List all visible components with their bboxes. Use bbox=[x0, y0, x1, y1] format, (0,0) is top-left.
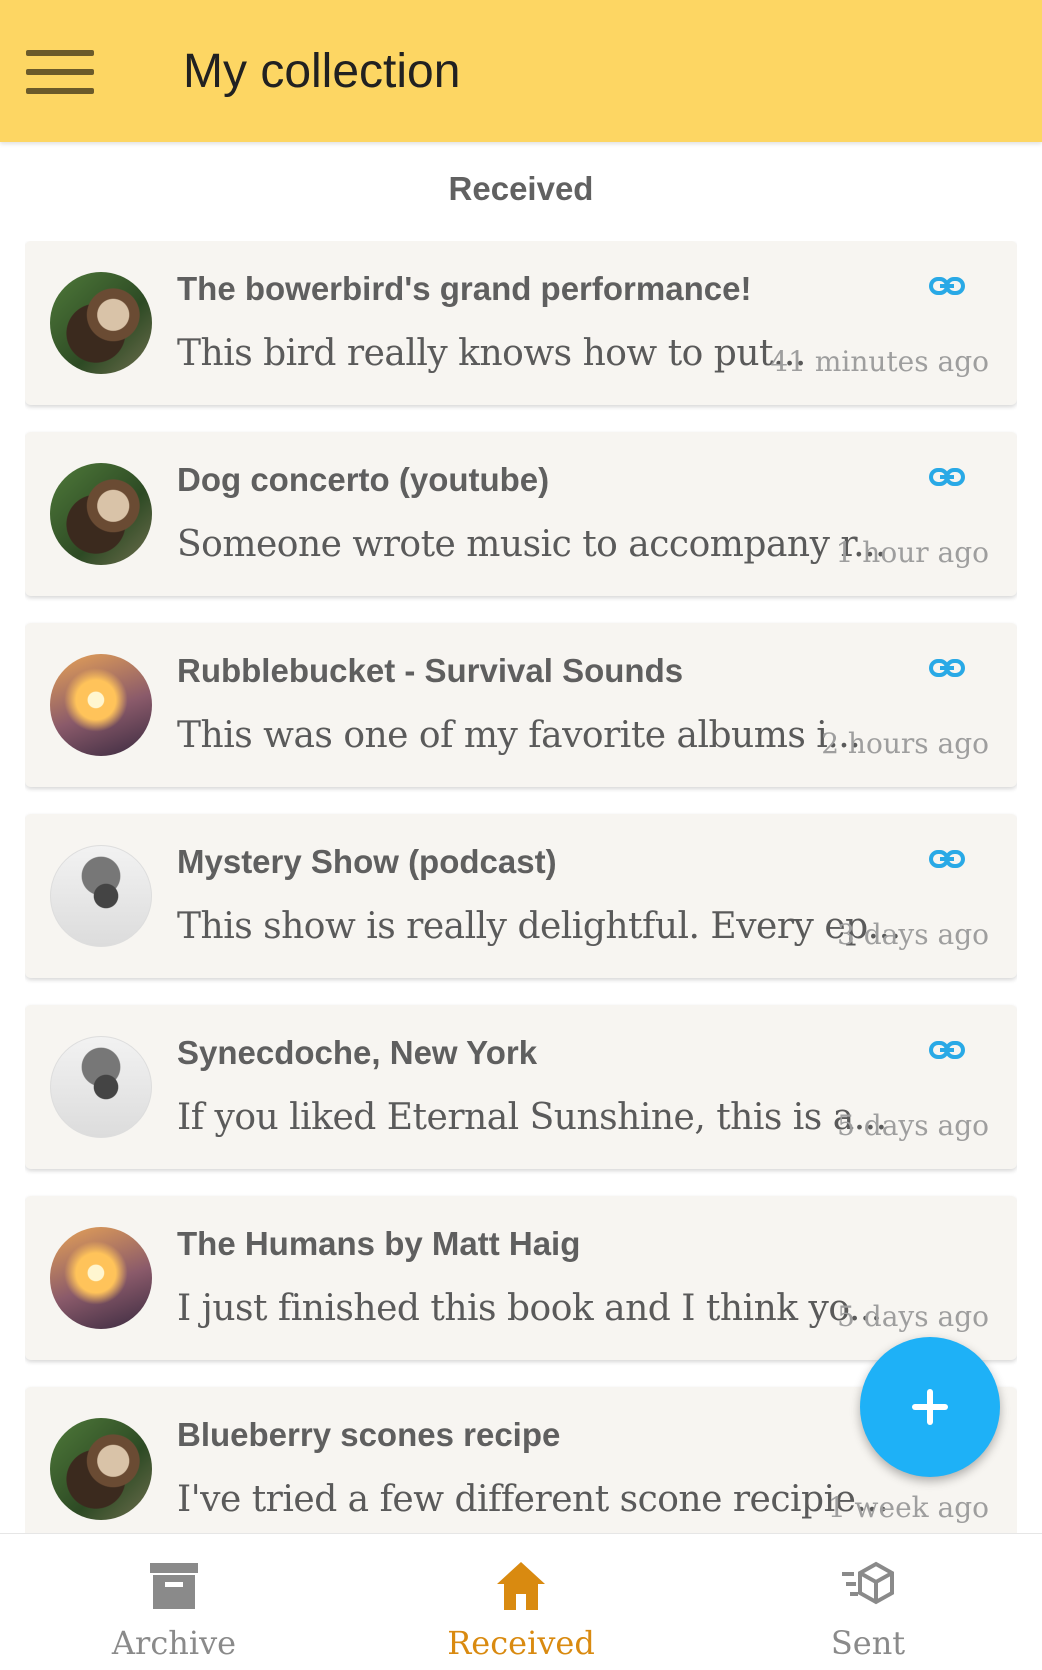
item-preview: Someone wrote music to accompany r... bbox=[177, 524, 886, 565]
nav-sent-label: Sent bbox=[830, 1624, 906, 1662]
avatar bbox=[50, 654, 152, 756]
item-preview: I've tried a few different scone recipie… bbox=[177, 1479, 889, 1520]
item-title: The Humans by Matt Haig bbox=[177, 1225, 581, 1262]
app-bar: My collection bbox=[0, 0, 1042, 142]
link-icon[interactable] bbox=[929, 466, 965, 488]
page-title: My collection bbox=[183, 45, 461, 98]
avatar bbox=[50, 1418, 152, 1520]
nav-received[interactable]: Received bbox=[421, 1534, 621, 1670]
item-preview: If you liked Eternal Sunshine, this is a… bbox=[177, 1097, 887, 1138]
item-timestamp: 3 days ago bbox=[837, 918, 989, 951]
link-icon[interactable] bbox=[929, 1039, 965, 1061]
list-item[interactable]: The bowerbird's grand performance! This … bbox=[25, 241, 1017, 405]
home-icon bbox=[497, 1562, 545, 1610]
archive-icon bbox=[150, 1563, 198, 1609]
list-item[interactable]: Mystery Show (podcast) This show is real… bbox=[25, 814, 1017, 978]
item-title: The bowerbird's grand performance! bbox=[177, 270, 752, 307]
add-fab-button[interactable] bbox=[860, 1337, 1000, 1477]
nav-archive[interactable]: Archive bbox=[74, 1534, 274, 1670]
list-item[interactable]: The Humans by Matt Haig I just finished … bbox=[25, 1196, 1017, 1360]
nav-archive-label: Archive bbox=[111, 1624, 237, 1662]
item-timestamp: 5 days ago bbox=[837, 1109, 989, 1142]
avatar bbox=[50, 1227, 152, 1329]
link-icon[interactable] bbox=[929, 848, 965, 870]
list-item[interactable]: Dog concerto (youtube) Someone wrote mus… bbox=[25, 432, 1017, 596]
section-header: Received bbox=[448, 170, 594, 207]
item-preview: This bird really knows how to put... bbox=[177, 333, 806, 374]
avatar bbox=[50, 1036, 152, 1138]
item-preview: This show is really delightful. Every ep… bbox=[177, 906, 901, 947]
item-timestamp: 1 week ago bbox=[827, 1491, 989, 1524]
avatar bbox=[50, 845, 152, 947]
item-title: Synecdoche, New York bbox=[177, 1034, 538, 1071]
item-title: Mystery Show (podcast) bbox=[177, 843, 557, 880]
list-item[interactable]: Rubblebucket - Survival Sounds This was … bbox=[25, 623, 1017, 787]
item-timestamp: 5 days ago bbox=[837, 1300, 989, 1333]
link-icon[interactable] bbox=[929, 275, 965, 297]
item-timestamp: 41 minutes ago bbox=[770, 345, 989, 378]
nav-sent[interactable]: Sent bbox=[768, 1534, 968, 1670]
nav-received-label: Received bbox=[447, 1624, 595, 1662]
sent-icon bbox=[842, 1561, 894, 1605]
avatar bbox=[50, 272, 152, 374]
item-title: Blueberry scones recipe bbox=[177, 1416, 561, 1453]
collection-list: The bowerbird's grand performance! This … bbox=[25, 241, 1017, 1533]
item-title: Dog concerto (youtube) bbox=[177, 461, 550, 498]
avatar bbox=[50, 463, 152, 565]
list-item[interactable]: Synecdoche, New York If you liked Eterna… bbox=[25, 1005, 1017, 1169]
item-title: Rubblebucket - Survival Sounds bbox=[177, 652, 684, 689]
menu-icon[interactable] bbox=[26, 50, 94, 94]
item-timestamp: 1 hour ago bbox=[835, 536, 989, 569]
link-icon[interactable] bbox=[929, 657, 965, 679]
item-timestamp: 2 hours ago bbox=[821, 727, 989, 760]
bottom-nav: Archive Received Sent bbox=[0, 1533, 1042, 1670]
item-preview: This was one of my favorite albums i... bbox=[177, 715, 861, 756]
item-preview: I just finished this book and I think yo… bbox=[177, 1288, 882, 1329]
